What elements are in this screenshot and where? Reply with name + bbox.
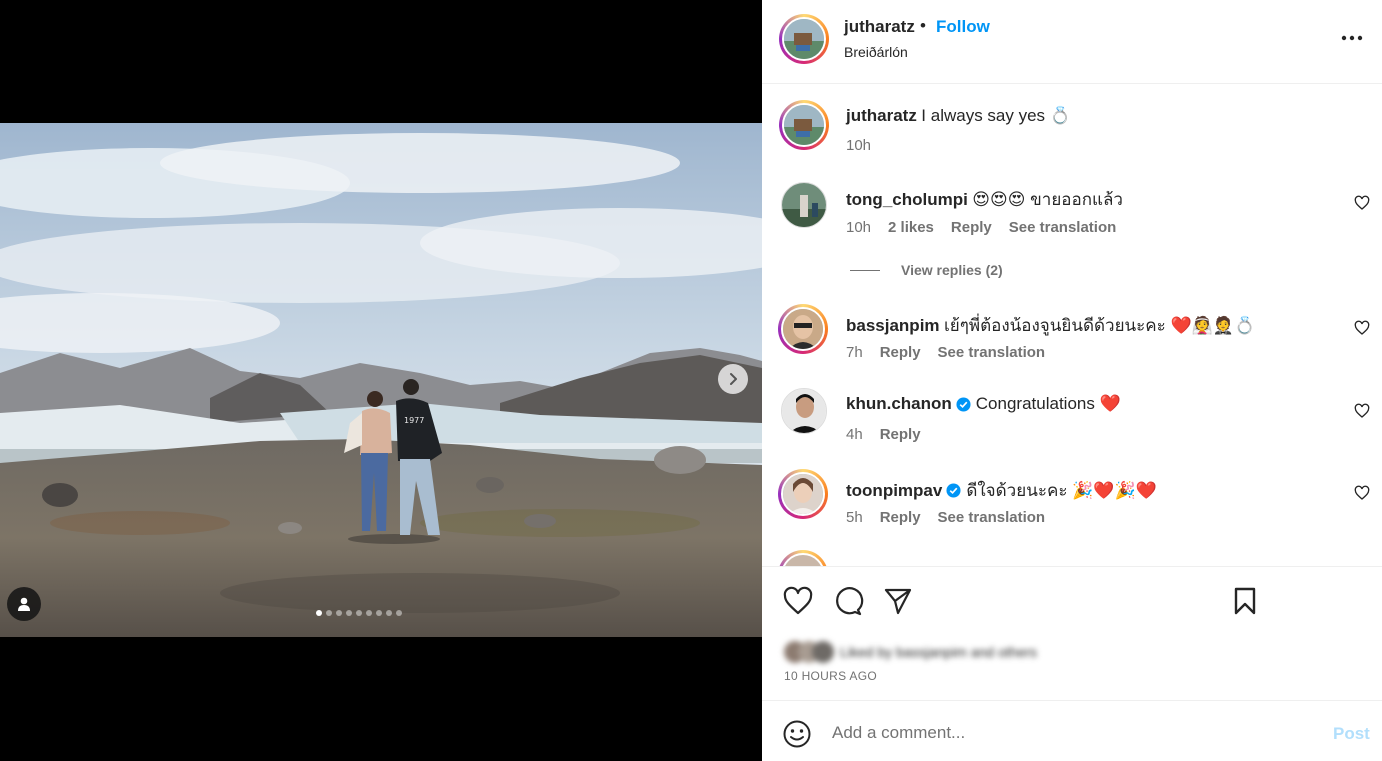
comment-time: 7h <box>846 344 863 361</box>
add-comment-bar: Post <box>762 700 1382 761</box>
like-comment-icon[interactable] <box>1354 403 1370 419</box>
carousel-dot <box>366 610 372 616</box>
see-translation-button[interactable]: See translation <box>1009 219 1117 236</box>
comment-text: ดีใจด้วยนะคะ 🎉❤️🎉❤️ <box>966 481 1157 500</box>
comment-username[interactable]: khun.chanon <box>846 394 952 414</box>
like-icon[interactable] <box>782 585 814 617</box>
comment-icon[interactable] <box>832 585 864 617</box>
verified-badge-icon <box>956 396 971 412</box>
author-avatar[interactable] <box>779 14 829 64</box>
carousel-dot <box>336 610 342 616</box>
see-translation-button[interactable]: See translation <box>938 344 1046 361</box>
avatar-image <box>782 183 826 227</box>
comment-username[interactable]: toonpimpav <box>846 481 942 501</box>
see-translation-button[interactable]: See translation <box>938 509 1046 526</box>
post-header: jutharatz • Follow Breiðárlón <box>762 0 1382 84</box>
emoji-icon[interactable] <box>782 719 812 749</box>
post-photo[interactable]: 1977 <box>0 123 762 637</box>
caption-meta: 10h <box>846 137 871 154</box>
reply-button[interactable]: Reply <box>880 509 921 526</box>
comment-meta: 10h 2 likes Reply See translation <box>846 219 1116 236</box>
liker-avatar <box>812 641 834 663</box>
liked-by-text: Liked by bassjanpim and others <box>840 644 1037 660</box>
commenter-avatar[interactable] <box>781 182 827 228</box>
comment-meta: 5h Reply See translation <box>846 509 1045 526</box>
post-timestamp[interactable]: 10 HOURS AGO <box>784 669 877 683</box>
comment-text: 😍😍😍 ขายออกแล้ว <box>972 190 1123 209</box>
comment-meta: 7h Reply See translation <box>846 344 1045 361</box>
caption-text: I always say yes 💍 <box>921 106 1071 125</box>
caption-author-avatar[interactable] <box>779 100 829 150</box>
reply-button[interactable]: Reply <box>880 344 921 361</box>
comment-row: toonpimpav ดีใจด้วยนะคะ 🎉❤️🎉❤️ <box>846 477 1157 504</box>
svg-text:1977: 1977 <box>404 416 424 425</box>
photo-landscape: 1977 <box>0 123 762 637</box>
comment-likes[interactable]: 2 likes <box>888 219 934 236</box>
comment-time: 10h <box>846 219 872 236</box>
caption-username[interactable]: jutharatz <box>846 106 917 126</box>
avatar-image <box>784 105 824 145</box>
share-icon[interactable] <box>882 585 914 617</box>
author-username[interactable]: jutharatz <box>844 17 915 37</box>
carousel-dot <box>326 610 332 616</box>
post-comment-button[interactable]: Post <box>1333 724 1370 744</box>
separator-dot: • <box>920 16 926 35</box>
replies-divider <box>850 270 880 271</box>
more-options-icon[interactable] <box>1340 28 1364 48</box>
reply-button[interactable]: Reply <box>880 426 921 443</box>
comment-meta: 4h Reply <box>846 426 921 443</box>
post-media: 1977 <box>0 0 762 761</box>
caption: jutharatz I always say yes 💍 <box>846 106 1071 126</box>
comment-time: 4h <box>846 426 863 443</box>
like-comment-icon[interactable] <box>1354 485 1370 501</box>
avatar-image <box>783 474 823 514</box>
comment-input[interactable] <box>832 719 1312 747</box>
carousel-dot <box>346 610 352 616</box>
liked-by-blurred: Liked by bassjanpim and others <box>784 641 1037 663</box>
next-slide-button[interactable] <box>718 364 748 394</box>
user-icon <box>18 597 30 611</box>
tagged-users-button[interactable] <box>7 587 41 621</box>
comment-text: เย้ๆพี่ต้องน้องจูนยินดีด้วยนะคะ ❤️👰🤵💍 <box>944 316 1256 335</box>
carousel-dot <box>356 610 362 616</box>
chevron-right-icon <box>730 373 737 385</box>
comment-row: tong_cholumpi 😍😍😍 ขายออกแล้ว <box>846 186 1123 213</box>
commenter-avatar[interactable] <box>778 469 828 519</box>
like-comment-icon[interactable] <box>1354 195 1370 211</box>
commenter-avatar[interactable] <box>781 388 827 434</box>
commenter-avatar[interactable] <box>778 304 828 354</box>
comments-list[interactable]: jutharatz I always say yes 💍 10h tong_ch… <box>762 84 1382 566</box>
comment-username[interactable]: tong_cholumpi <box>846 190 968 210</box>
liked-by[interactable]: Liked by bassjanpim and others <box>784 641 1114 663</box>
reply-button[interactable]: Reply <box>951 219 992 236</box>
avatar-image <box>784 19 824 59</box>
save-bookmark-icon[interactable] <box>1229 585 1261 617</box>
carousel-dot <box>386 610 392 616</box>
verified-badge-icon <box>946 483 961 498</box>
carousel-dot <box>316 610 322 616</box>
caption-time: 10h <box>846 137 872 154</box>
comment-time: 5h <box>846 509 863 526</box>
carousel-dot <box>396 610 402 616</box>
comment-row: khun.chanon Congratulations ❤️ <box>846 394 1121 414</box>
post-side-panel: jutharatz • Follow Breiðárlón jutharatz … <box>762 0 1382 761</box>
carousel-dot <box>376 610 382 616</box>
comment-row: bassjanpim เย้ๆพี่ต้องน้องจูนยินดีด้วยนะ… <box>846 312 1255 339</box>
carousel-indicator <box>316 610 402 616</box>
avatar-image <box>782 389 826 433</box>
post-actions: Liked by bassjanpim and others 10 HOURS … <box>762 566 1382 700</box>
like-comment-icon[interactable] <box>1354 320 1370 336</box>
post-location[interactable]: Breiðárlón <box>844 44 908 60</box>
avatar-image <box>783 309 823 349</box>
follow-button[interactable]: Follow <box>936 17 990 37</box>
comment-text: Congratulations ❤️ <box>975 394 1121 413</box>
commenter-avatar[interactable] <box>778 550 828 566</box>
comment-username[interactable]: bassjanpim <box>846 316 940 336</box>
view-replies-button[interactable]: View replies (2) <box>901 262 1003 278</box>
